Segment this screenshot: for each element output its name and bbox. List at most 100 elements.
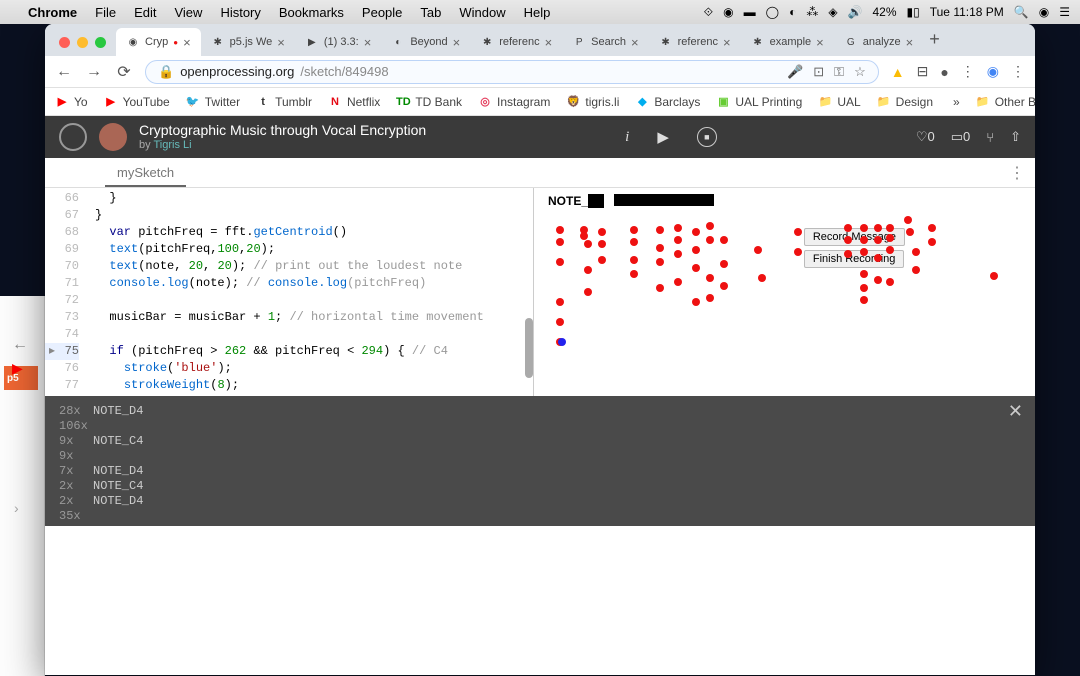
tab-close-icon[interactable]: × (723, 35, 731, 50)
youtube-icon[interactable]: ▶ (12, 360, 23, 377)
bookmark-item[interactable]: ▣UAL Printing (716, 95, 802, 109)
reload-button[interactable]: ⟳ (115, 62, 133, 82)
scrollbar[interactable] (525, 318, 533, 378)
note-dot-blue (558, 338, 566, 346)
tab-close-icon[interactable]: × (631, 35, 639, 50)
info-button[interactable]: i (625, 129, 629, 146)
spotlight-icon[interactable]: 🔍 (1014, 5, 1029, 19)
browser-tab[interactable]: ✱referenc× (649, 28, 741, 56)
browser-tab[interactable]: Ganalyze× (834, 28, 924, 56)
reader-icon[interactable]: ⊟ (917, 63, 929, 80)
author-link[interactable]: Tigris Li (153, 139, 191, 151)
ext-icon[interactable]: ◉ (987, 63, 999, 80)
menu-edit[interactable]: Edit (134, 5, 156, 20)
key-icon[interactable]: ⚿ (834, 64, 844, 80)
stop-button[interactable]: ■ (697, 127, 717, 147)
menu-tab[interactable]: Tab (420, 5, 441, 20)
chevron-right-icon[interactable]: › (14, 500, 19, 516)
menu-icon[interactable]: ⋮ (961, 63, 975, 80)
bookmark-item[interactable]: 🐦Twitter (186, 95, 240, 109)
other-bookmarks[interactable]: 📁Other Bookmarks (976, 95, 1035, 109)
star-icon[interactable]: ☆ (854, 64, 866, 80)
mic-icon[interactable]: 🎤 (787, 64, 803, 80)
menu-view[interactable]: View (174, 5, 202, 20)
browser-tab[interactable]: ◉Cryp●× (116, 28, 201, 56)
menu-help[interactable]: Help (524, 5, 551, 20)
back-icon[interactable]: ← (12, 336, 28, 354)
bookmark-item[interactable]: 📁Design (877, 95, 933, 109)
tab-close-icon[interactable]: × (545, 35, 553, 50)
op-logo[interactable] (59, 123, 87, 151)
url-input[interactable]: 🔒 openprocessing.org/sketch/849498 🎤 ⊡ ⚿… (145, 60, 879, 84)
author-avatar[interactable] (99, 123, 127, 151)
window-minimize[interactable] (77, 37, 88, 48)
status-icon[interactable]: ◯ (766, 5, 779, 19)
tab-close-icon[interactable]: × (906, 35, 914, 50)
bookmark-item[interactable]: NNetflix (328, 95, 380, 109)
bookmark-item[interactable]: 📁UAL (818, 95, 860, 109)
play-button[interactable]: ▶ (657, 128, 669, 146)
wifi-icon[interactable]: ◈ (828, 5, 837, 19)
note-dot (990, 272, 998, 280)
menubar-app[interactable]: Chrome (28, 5, 77, 20)
bookmark-item[interactable]: ◆Barclays (635, 95, 700, 109)
browser-tab[interactable]: ✱p5.js We× (201, 28, 295, 56)
note-dot (844, 224, 852, 232)
menu-history[interactable]: History (220, 5, 260, 20)
window-maximize[interactable] (95, 37, 106, 48)
notification-icon[interactable]: ☰ (1059, 5, 1070, 19)
browser-tab[interactable]: PSearch× (562, 28, 648, 56)
drive-icon[interactable]: ▲ (891, 64, 905, 80)
console-line: 106x (59, 419, 1021, 434)
volume-icon[interactable]: 🔊 (848, 5, 863, 19)
note-dot (706, 274, 714, 282)
tab-close-icon[interactable]: × (183, 35, 191, 50)
menu-icon[interactable]: ⋮ (1011, 63, 1025, 80)
editor-more-icon[interactable]: ⋮ (1009, 163, 1025, 183)
bookmark-item[interactable]: 🦁tigris.li (566, 95, 619, 109)
status-icon[interactable]: ▬ (744, 5, 756, 19)
status-icon[interactable]: ◉ (723, 5, 733, 19)
overflow-icon[interactable]: » (953, 95, 960, 109)
tab-close-icon[interactable]: × (453, 35, 461, 50)
clock[interactable]: Tue 11:18 PM (930, 5, 1004, 19)
bookmark-icon: t (256, 95, 270, 109)
like-button[interactable]: ♡0 (916, 129, 935, 145)
bookmark-item[interactable]: ▶YouTube (104, 95, 170, 109)
new-tab-button[interactable]: + (929, 29, 940, 56)
menu-bookmarks[interactable]: Bookmarks (279, 5, 344, 20)
tab-close-icon[interactable]: × (816, 35, 824, 50)
menu-file[interactable]: File (95, 5, 116, 20)
bookmark-item[interactable]: TDTD Bank (396, 95, 462, 109)
back-button[interactable]: ← (55, 63, 73, 81)
tab-mysketch[interactable]: mySketch (105, 160, 186, 187)
browser-tab[interactable]: ◐Beyond× (381, 28, 470, 56)
bookmark-item[interactable]: ◎Instagram (478, 95, 550, 109)
browser-tab[interactable]: ✱example× (741, 28, 834, 56)
tab-close-icon[interactable]: × (364, 35, 372, 50)
siri-icon[interactable]: ◉ (1039, 5, 1049, 19)
battery-percent[interactable]: 42% (873, 5, 897, 19)
status-icon[interactable]: ⟐ (704, 5, 713, 20)
bookmark-item[interactable]: ▶Yo (55, 95, 88, 109)
browser-tab[interactable]: ✱referenc× (470, 28, 562, 56)
comment-button[interactable]: ▭0 (951, 129, 971, 145)
forward-button[interactable]: → (85, 63, 103, 81)
browser-tab[interactable]: ▶(1) 3.3:× (295, 28, 381, 56)
menu-people[interactable]: People (362, 5, 402, 20)
console-close-icon[interactable]: ✕ (1008, 406, 1023, 421)
device-icon[interactable]: ⊡ (813, 64, 824, 80)
tab-close-icon[interactable]: × (277, 35, 285, 50)
note-dot (886, 246, 894, 254)
tab-favicon: ▶ (305, 35, 319, 49)
share-button[interactable]: ⇧ (1010, 129, 1021, 145)
note-dot (860, 270, 868, 278)
status-icon[interactable]: ◐ (789, 5, 796, 19)
code-editor[interactable]: 66676869707172737475767778 }} var pitchF… (45, 188, 533, 396)
bookmark-item[interactable]: tTumblr (256, 95, 312, 109)
fork-button[interactable]: ⑂ (986, 130, 994, 145)
menu-window[interactable]: Window (459, 5, 505, 20)
avatar-icon[interactable]: ● (940, 64, 948, 80)
window-close[interactable] (59, 37, 70, 48)
bluetooth-icon[interactable]: ⁂ (806, 5, 818, 19)
